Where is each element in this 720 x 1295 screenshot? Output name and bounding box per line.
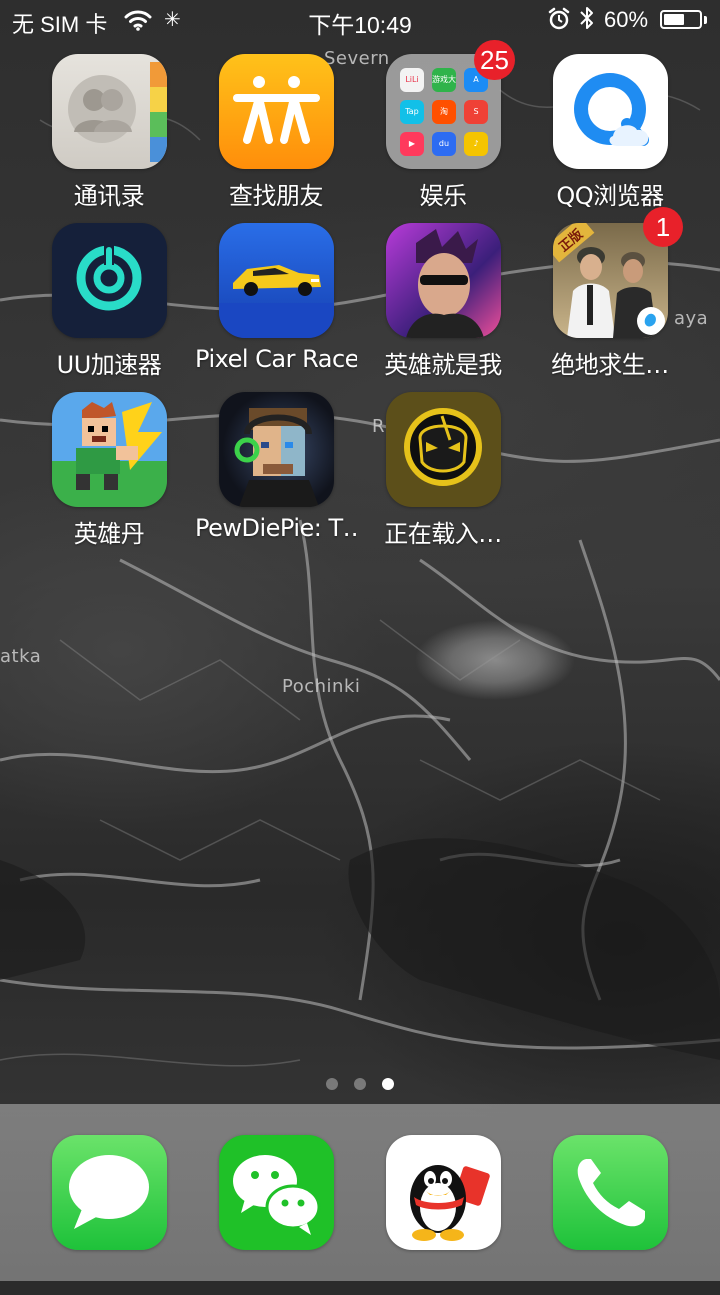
app-label: 通讯录: [73, 182, 145, 210]
app-label: UU加速器: [56, 351, 162, 379]
app-uu-accelerator[interactable]: UU加速器: [34, 223, 184, 383]
wechat-icon: [219, 1135, 334, 1250]
page-dot-3[interactable]: [382, 1078, 394, 1090]
app-contacts[interactable]: 通讯录: [34, 54, 184, 214]
alarm-icon: [548, 7, 570, 37]
hero-is-me-icon: [386, 223, 501, 338]
status-bar: 无 SIM 卡 ✳ 下午10:49 60%: [0, 0, 720, 40]
uu-accelerator-icon: [52, 223, 167, 338]
dock-app-messages[interactable]: [34, 1135, 184, 1295]
app-label: QQ浏览器: [556, 182, 664, 210]
dock-app-wechat[interactable]: [201, 1135, 351, 1295]
app-pixel-car-racer[interactable]: Pixel Car Racer: [195, 223, 357, 383]
app-label: 查找朋友: [229, 182, 324, 210]
qq-icon: [386, 1135, 501, 1250]
page-indicator[interactable]: [0, 1075, 720, 1094]
folder-mini-app-icon: LiLi: [400, 68, 424, 92]
app-pubg-mobile[interactable]: 正版 1 绝地求生…: [535, 207, 685, 383]
notification-badge: 1: [643, 207, 683, 247]
battery-nub: [704, 16, 707, 24]
page-dot-1[interactable]: [326, 1078, 338, 1090]
find-friends-icon: [219, 54, 334, 169]
battery-icon: [660, 10, 702, 29]
messages-icon: [52, 1135, 167, 1250]
map-label-pochinki: Pochinki: [282, 676, 361, 697]
app-label: Pixel Car Racer: [195, 345, 357, 373]
app-qq-browser[interactable]: QQ浏览器: [535, 54, 685, 214]
app-folder-entertainment[interactable]: LiLi游戏大全ATap淘S▶du♪ 25 娱乐: [368, 40, 518, 214]
app-label: 娱乐: [419, 182, 468, 210]
notification-badge: 25: [474, 40, 515, 80]
pewdiepie-icon: [219, 392, 334, 507]
folder-mini-app-icon: Tap: [400, 100, 424, 124]
folder-mini-app-icon: 游戏大全: [432, 68, 456, 92]
app-pewdiepie[interactable]: PewDiePie: T…: [195, 392, 357, 552]
phone-icon: [553, 1135, 668, 1250]
page-dot-2[interactable]: [354, 1078, 366, 1090]
app-hero-is-me[interactable]: 英雄就是我: [368, 223, 518, 383]
app-label: PewDiePie: T…: [195, 514, 357, 542]
dock: [0, 1104, 720, 1281]
loading-app-icon: [386, 392, 501, 507]
app-loading[interactable]: 正在载入…: [368, 392, 518, 552]
folder-mini-app-icon: du: [432, 132, 456, 156]
app-dan-the-man[interactable]: 英雄丹: [34, 392, 184, 552]
qq-browser-icon: [553, 54, 668, 169]
folder-grid: LiLi游戏大全ATap淘S▶du♪: [400, 68, 488, 156]
folder-mini-app-icon: ▶: [400, 132, 424, 156]
battery-percent: 60%: [604, 7, 649, 32]
folder-mini-app-icon: S: [464, 100, 488, 124]
app-find-friends[interactable]: 查找朋友: [201, 54, 351, 214]
pixel-car-racer-icon: [219, 223, 334, 338]
app-label: 英雄丹: [73, 520, 145, 548]
folder-mini-app-icon: 淘: [432, 100, 456, 124]
dock-app-phone[interactable]: [535, 1135, 685, 1295]
app-label: 正在载入…: [384, 520, 502, 548]
bluetooth-icon: [578, 5, 596, 37]
map-label-atka: atka: [0, 646, 42, 667]
dock-app-qq[interactable]: [368, 1135, 518, 1295]
contacts-icon: [52, 54, 167, 169]
dan-the-man-icon: [52, 392, 167, 507]
app-label: 绝地求生…: [551, 351, 669, 379]
folder-mini-app-icon: ♪: [464, 132, 488, 156]
app-label: 英雄就是我: [384, 351, 502, 379]
